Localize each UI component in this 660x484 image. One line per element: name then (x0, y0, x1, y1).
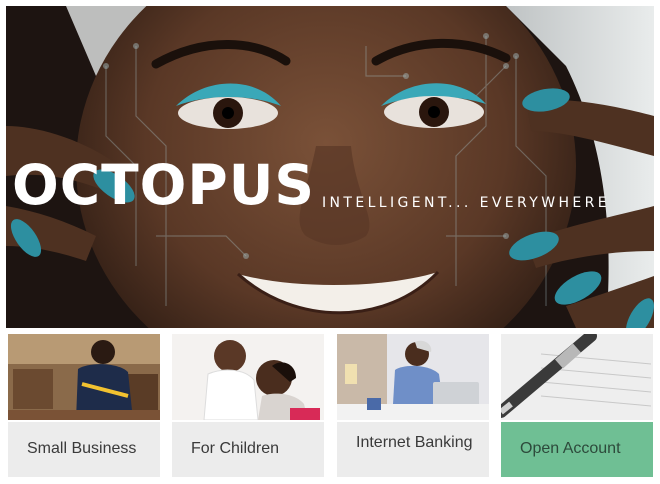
hero-tagline: INTELLIGENT... EVERYWHERE (322, 195, 611, 211)
for-children-photo (172, 334, 324, 420)
card-label: For Children (191, 440, 280, 457)
service-cards: Small Business For Children Internet Ban… (0, 334, 660, 484)
card-small-business[interactable]: Small Business (8, 334, 160, 477)
open-account-photo (501, 334, 653, 420)
card-open-account[interactable]: Open Account (501, 334, 653, 477)
card-label: Internet Banking (356, 434, 473, 451)
card-for-children[interactable]: For Children (172, 334, 324, 477)
card-internet-banking[interactable]: Internet Banking (337, 334, 489, 477)
card-label: Small Business (27, 440, 137, 457)
brand-logo-text: OCTOPUS (12, 153, 315, 217)
card-label: Open Account (520, 440, 621, 457)
internet-banking-photo (337, 334, 489, 420)
small-business-photo (8, 334, 160, 420)
hero-banner: OCTOPUS INTELLIGENT... EVERYWHERE (6, 6, 654, 328)
